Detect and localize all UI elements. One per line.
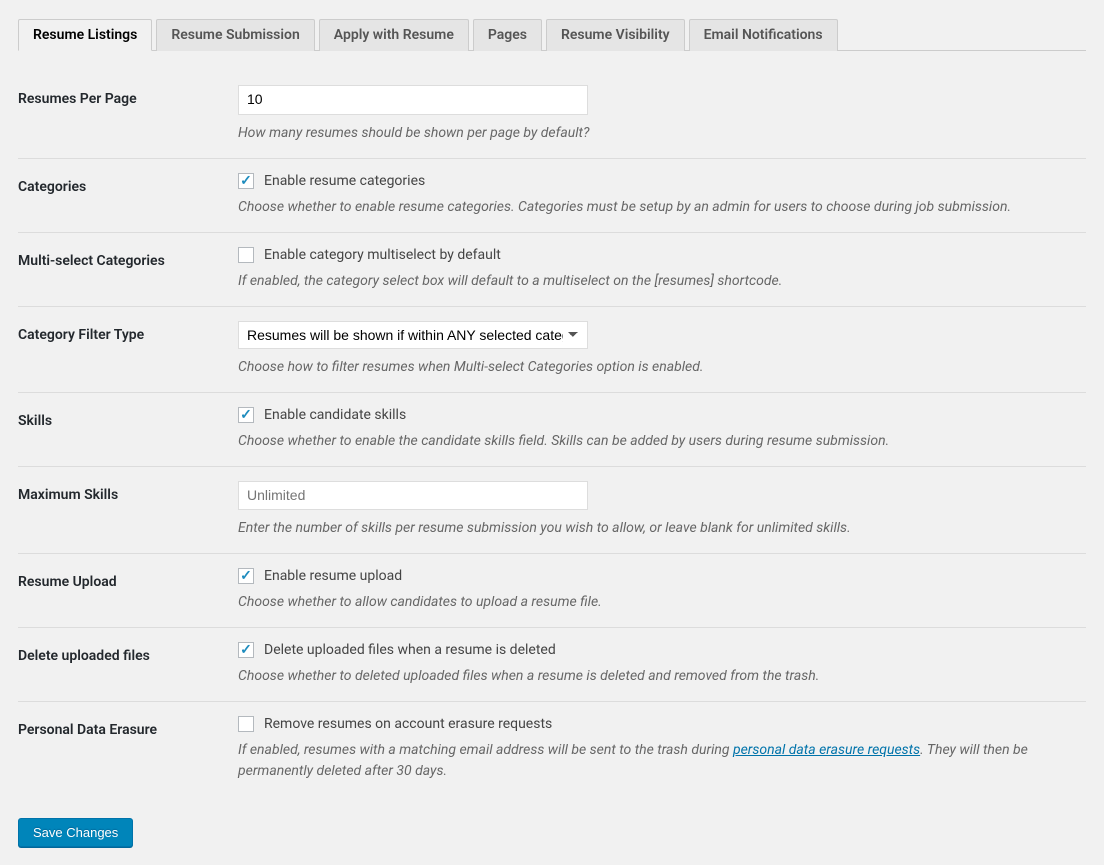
erasure-description: If enabled, resumes with a matching emai…	[238, 740, 1086, 782]
max-skills-description: Enter the number of skills per resume su…	[238, 518, 1086, 539]
delete-files-description: Choose whether to deleted uploaded files…	[238, 666, 1086, 687]
upload-checkbox[interactable]	[238, 568, 254, 584]
per-page-description: How many resumes should be shown per pag…	[238, 123, 1086, 144]
settings-tabs: Resume Listings Resume Submission Apply …	[18, 18, 1086, 51]
categories-label: Categories	[18, 158, 238, 232]
skills-label: Skills	[18, 392, 238, 466]
upload-description: Choose whether to allow candidates to up…	[238, 592, 1086, 613]
erasure-checkbox[interactable]	[238, 716, 254, 732]
multiselect-label: Multi-select Categories	[18, 232, 238, 306]
erasure-checkbox-label: Remove resumes on account erasure reques…	[264, 716, 552, 732]
skills-checkbox-label: Enable candidate skills	[264, 407, 406, 423]
delete-files-checkbox[interactable]	[238, 642, 254, 658]
tab-resume-visibility[interactable]: Resume Visibility	[546, 19, 685, 51]
upload-checkbox-label: Enable resume upload	[264, 568, 402, 584]
tab-email-notifications[interactable]: Email Notifications	[689, 19, 838, 51]
filter-type-description: Choose how to filter resumes when Multi-…	[238, 357, 1086, 378]
tab-apply-with-resume[interactable]: Apply with Resume	[319, 19, 469, 51]
max-skills-input[interactable]	[238, 481, 588, 511]
per-page-label: Resumes Per Page	[18, 71, 238, 158]
settings-form: Resumes Per Page How many resumes should…	[18, 71, 1086, 796]
categories-checkbox-label: Enable resume categories	[264, 173, 425, 189]
skills-checkbox[interactable]	[238, 407, 254, 423]
multiselect-checkbox[interactable]	[238, 247, 254, 263]
skills-description: Choose whether to enable the candidate s…	[238, 431, 1086, 452]
categories-description: Choose whether to enable resume categori…	[238, 197, 1086, 218]
max-skills-label: Maximum Skills	[18, 466, 238, 554]
tab-resume-submission[interactable]: Resume Submission	[156, 19, 314, 51]
save-button[interactable]: Save Changes	[18, 818, 133, 847]
filter-type-label: Category Filter Type	[18, 306, 238, 392]
categories-checkbox[interactable]	[238, 173, 254, 189]
filter-type-select[interactable]: Resumes will be shown if within ANY sele…	[238, 321, 588, 349]
per-page-input[interactable]	[238, 85, 588, 115]
multiselect-description: If enabled, the category select box will…	[238, 271, 1086, 292]
multiselect-checkbox-label: Enable category multiselect by default	[264, 247, 501, 263]
delete-files-label: Delete uploaded files	[18, 628, 238, 702]
tab-pages[interactable]: Pages	[473, 19, 542, 51]
tab-resume-listings[interactable]: Resume Listings	[18, 19, 152, 51]
upload-label: Resume Upload	[18, 554, 238, 628]
delete-files-checkbox-label: Delete uploaded files when a resume is d…	[264, 642, 556, 658]
erasure-requests-link[interactable]: personal data erasure requests	[733, 742, 920, 758]
erasure-label: Personal Data Erasure	[18, 702, 238, 797]
